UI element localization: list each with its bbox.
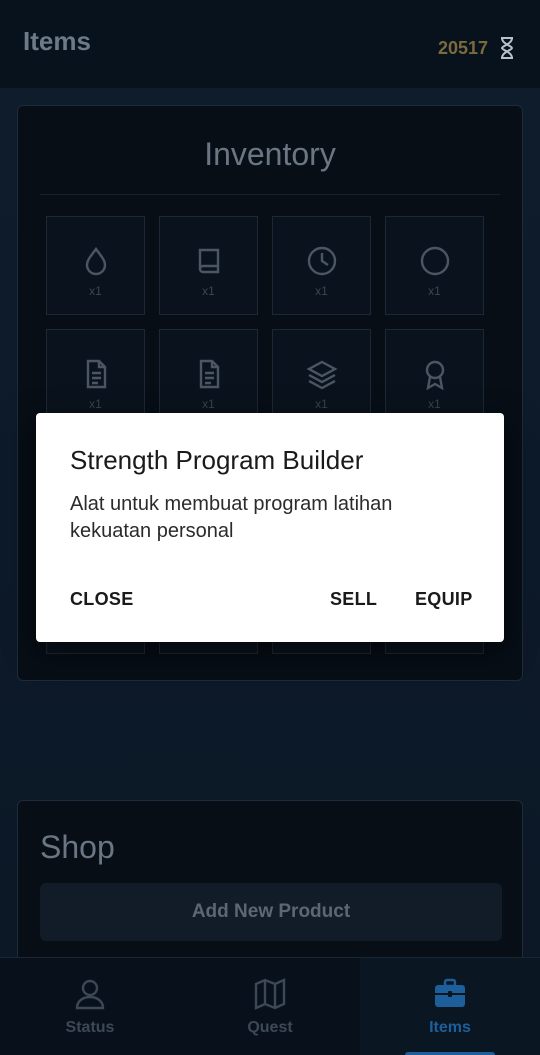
equip-button[interactable]: EQUIP xyxy=(415,589,473,610)
dialog-description: Alat untuk membuat program latihan kekua… xyxy=(70,493,393,542)
close-button[interactable]: CLOSE xyxy=(70,589,134,610)
sell-button[interactable]: SELL xyxy=(330,589,377,610)
item-dialog: Strength Program Builder Alat untuk memb… xyxy=(36,413,504,642)
dialog-title: Strength Program Builder xyxy=(70,445,364,475)
